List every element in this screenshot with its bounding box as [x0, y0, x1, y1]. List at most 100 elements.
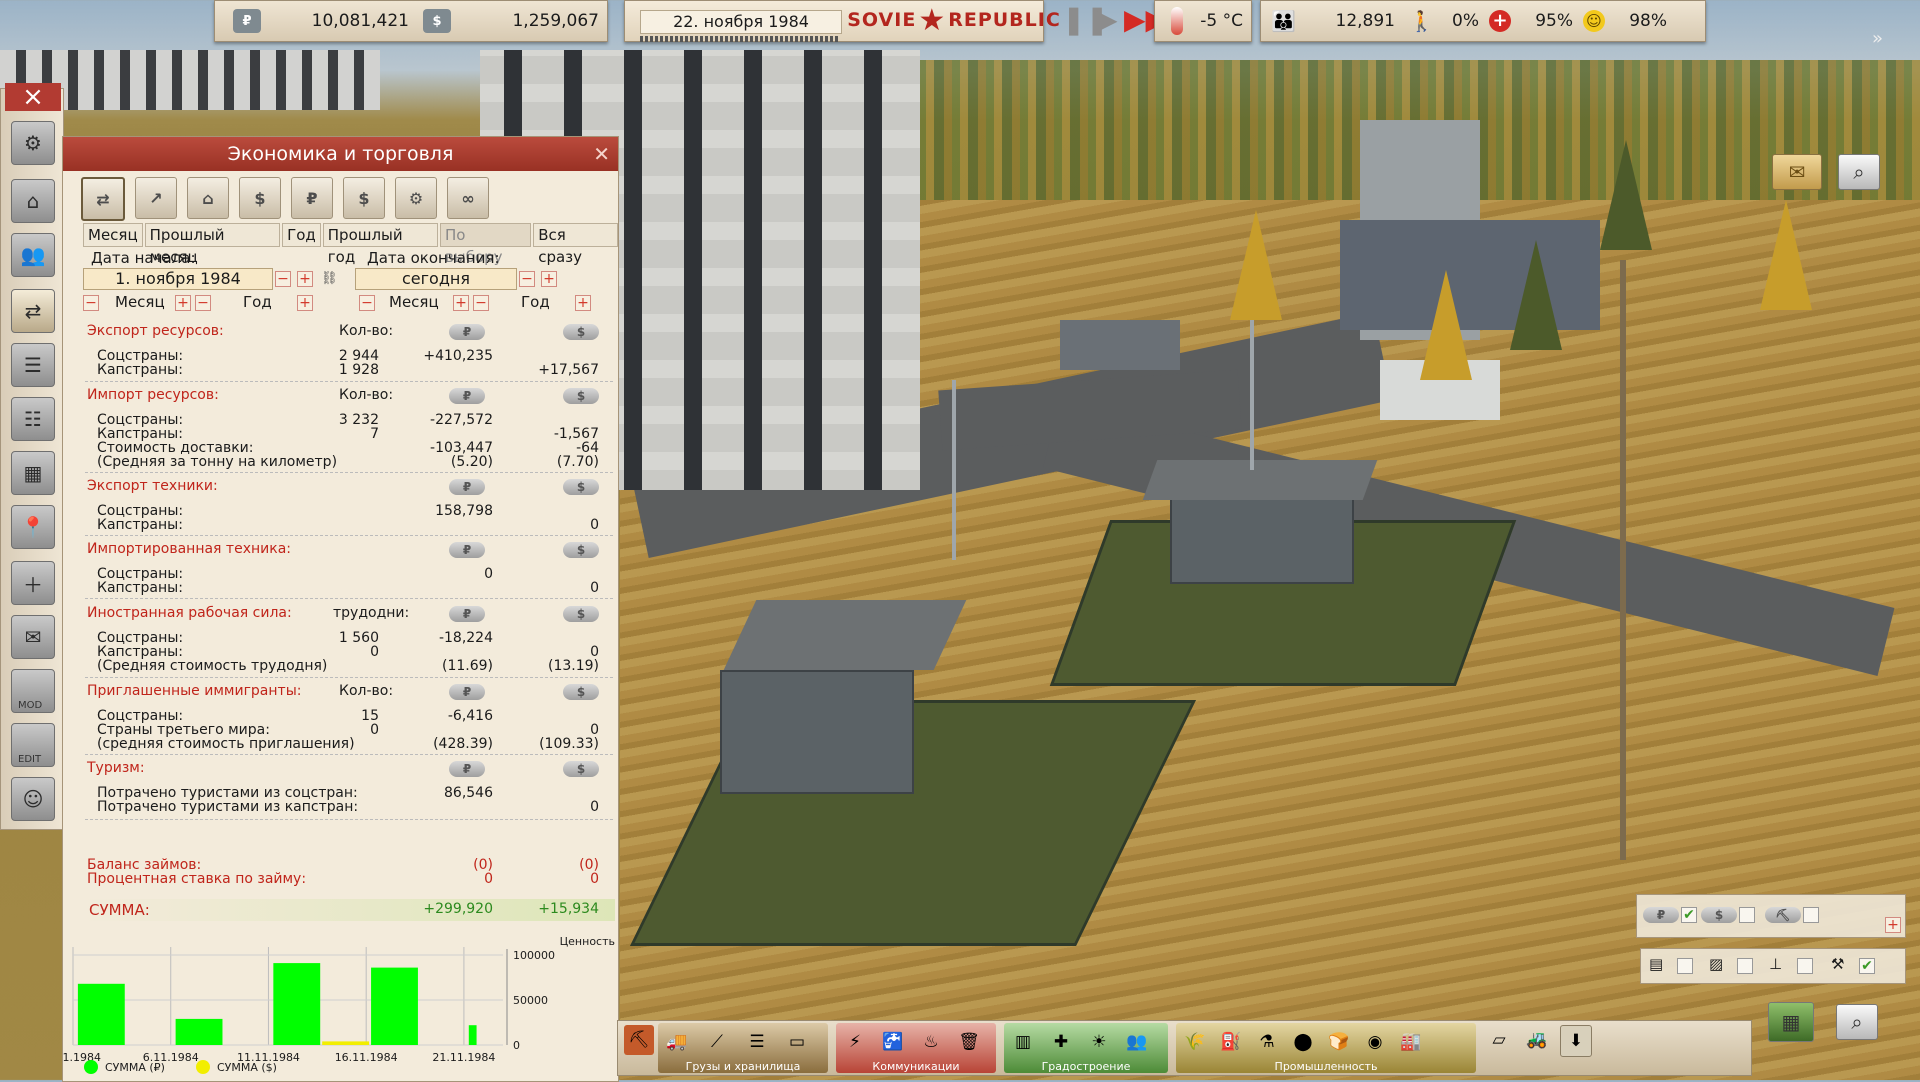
hatch-check[interactable] [1737, 958, 1753, 974]
add-filter-button[interactable]: + [1885, 917, 1901, 933]
chemicals-icon[interactable]: ⚗ [1252, 1027, 1282, 1057]
portrait-icon[interactable]: ☺ [11, 777, 55, 821]
crane-filter-check[interactable] [1803, 907, 1819, 923]
farm-icon[interactable]: 🌾 [1180, 1027, 1210, 1057]
settings-icon[interactable]: ⚙ [11, 121, 55, 165]
link-dates-icon[interactable]: ⛓ [321, 271, 338, 286]
ruble-filter-check[interactable]: ✔ [1681, 907, 1697, 923]
growth-tab-icon[interactable]: ↗ [135, 177, 177, 219]
food-icon[interactable]: 🍞 [1324, 1027, 1354, 1057]
start-month-decrease[interactable]: − [83, 295, 99, 311]
crane-build-icon[interactable]: ⛏ [624, 1025, 654, 1055]
dollar-filter-icon[interactable]: $ [1701, 907, 1737, 923]
end-year-increase[interactable]: + [575, 295, 591, 311]
start-year-increase[interactable]: + [297, 295, 313, 311]
end-date-decrease[interactable]: − [519, 271, 535, 287]
document-icon[interactable]: ☰ [11, 343, 55, 387]
map-pin-icon[interactable]: 📍 [11, 505, 55, 549]
terrain-tool-icon[interactable]: ▱ [1484, 1025, 1514, 1055]
trade-tab-icon[interactable]: ⇄ [81, 177, 125, 221]
start-date-decrease[interactable]: − [275, 271, 291, 287]
tourism-cap-label: Потрачено туристами из капстран: [97, 799, 359, 815]
warehouse-tab-icon[interactable]: ⌂ [187, 177, 229, 219]
rubles-value: 10,081,421 [311, 11, 409, 31]
water-icon[interactable]: 🚰 [878, 1027, 908, 1057]
add-building-icon[interactable]: ＋ [11, 561, 55, 605]
divider [85, 598, 613, 599]
end-month-increase[interactable]: + [453, 295, 469, 311]
link-tab-icon[interactable]: ∞ [447, 177, 489, 219]
residential-icon[interactable]: ▥ [1008, 1027, 1038, 1057]
ruble-filter-icon[interactable]: ₽ [1643, 907, 1679, 923]
chart-legend-label: СУММА ($) [217, 1061, 277, 1074]
end-month-decrease[interactable]: − [359, 295, 375, 311]
hospital-icon[interactable]: ✚ [1046, 1027, 1076, 1057]
tools-check[interactable]: ✔ [1859, 958, 1875, 974]
period-all-button[interactable]: Вся сразу [533, 223, 618, 266]
period-year-button[interactable]: Год [282, 223, 321, 247]
dollar-filter-check[interactable] [1739, 907, 1755, 923]
dollar-tab-icon[interactable]: $ [343, 177, 385, 219]
fuel-icon[interactable]: ⛽ [1216, 1027, 1246, 1057]
start-year-decrease[interactable]: − [195, 295, 211, 311]
ruble-tab-icon[interactable]: ₽ [291, 177, 333, 219]
level-check[interactable] [1797, 958, 1813, 974]
conveyor-icon[interactable]: ⟋ [702, 1027, 732, 1057]
export-cap-usd: +17,567 [538, 362, 599, 378]
close-panel-button[interactable]: ✕ [593, 137, 610, 171]
power-line-icon[interactable]: ⚡ [840, 1027, 870, 1057]
period-month-button[interactable]: Месяц [83, 223, 143, 247]
house[interactable] [720, 670, 914, 794]
zoom-icon[interactable]: ⌕ [1836, 1004, 1878, 1040]
mail-icon[interactable]: ✉ [11, 615, 55, 659]
play-button[interactable]: ▶ [1096, 6, 1118, 34]
warehouse-icon[interactable]: ⌂ [11, 179, 55, 223]
building[interactable] [1060, 320, 1180, 370]
population-panel: 👪 12,891 🚶 0% + 95% ☺ 98% [1260, 0, 1706, 42]
collapse-icon[interactable]: » [1872, 28, 1883, 49]
barrel-icon[interactable]: ⬤ [1288, 1027, 1318, 1057]
close-toolbar-button[interactable]: × [5, 83, 61, 111]
period-last-month-button[interactable]: Прошлый месяц [144, 223, 281, 266]
electronics-icon[interactable]: ◉ [1360, 1027, 1390, 1057]
end-date-field[interactable]: сегодня [355, 268, 517, 290]
heating-icon[interactable]: ♨ [916, 1027, 946, 1057]
trade-icon[interactable]: ⇄ [11, 289, 55, 333]
export-cap-label: Капстраны: [97, 362, 183, 378]
hatch-icon[interactable]: ▨ [1709, 955, 1723, 973]
factory-icon[interactable]: 🏭 [1396, 1027, 1426, 1057]
start-month-increase[interactable]: + [175, 295, 191, 311]
mail-icon[interactable]: ✉ [1772, 154, 1822, 190]
tools-icon[interactable]: ⚒ [1831, 955, 1844, 973]
period-last-year-button[interactable]: Прошлый год [322, 223, 438, 266]
storage-icon[interactable]: ▭ [782, 1027, 812, 1057]
start-date-increase[interactable]: + [297, 271, 313, 287]
search-icon[interactable]: ⌕ [1838, 154, 1880, 190]
settings-tab-icon[interactable]: ⚙ [395, 177, 437, 219]
chart-ytick-label: 50000 [513, 994, 548, 1007]
garbage-icon[interactable]: 🗑 [954, 1027, 984, 1057]
labor-avg-label: (Средняя стоимость трудодня) [97, 658, 328, 674]
minimap-icon[interactable]: ▦ [1768, 1002, 1814, 1042]
period-custom-button[interactable]: По выбору [439, 223, 532, 266]
level-icon[interactable]: ⊥ [1769, 955, 1782, 973]
terrain-icon[interactable]: ▤ [1649, 955, 1663, 973]
end-date-increase[interactable]: + [541, 271, 557, 287]
download-icon[interactable]: ⬇ [1560, 1025, 1592, 1057]
bulldozer-icon[interactable]: 🚜 [1522, 1025, 1552, 1055]
edit-icon[interactable]: EDIT [11, 723, 55, 767]
divider [85, 535, 613, 536]
money-bag-tab-icon[interactable]: $ [239, 177, 281, 219]
monument-icon[interactable]: ☀ [1084, 1027, 1114, 1057]
terrain-check[interactable] [1677, 958, 1693, 974]
buildings-icon[interactable]: ▦ [11, 451, 55, 495]
mod-icon[interactable]: MOD [11, 669, 55, 713]
end-year-decrease[interactable]: − [473, 295, 489, 311]
truck-icon[interactable]: 🚚 [662, 1027, 692, 1057]
crane-filter-icon[interactable]: ⛏ [1765, 907, 1801, 923]
network-icon[interactable]: ☷ [11, 397, 55, 441]
rail-icon[interactable]: ☰ [742, 1027, 772, 1057]
citizens-icon[interactable]: 👥 [1122, 1027, 1152, 1057]
people-icon[interactable]: 👥 [11, 233, 55, 277]
start-date-field[interactable]: 1. ноября 1984 [83, 268, 273, 290]
